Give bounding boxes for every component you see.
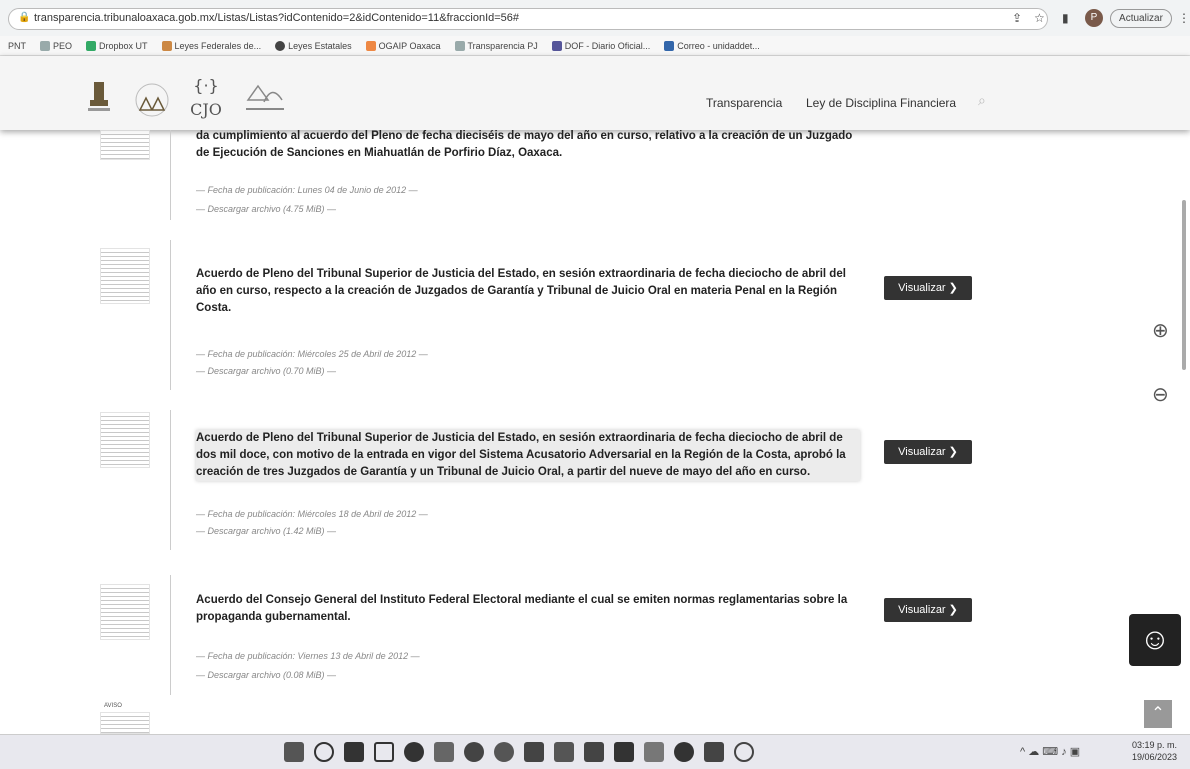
document-thumbnail[interactable] (100, 584, 150, 640)
thumbnail-label: AVISO (104, 703, 122, 709)
item-download-link[interactable]: — Descargar archivo (0.70 MiB) — (196, 366, 336, 376)
visualizar-button[interactable]: Visualizar ❯ (884, 276, 972, 300)
bookmark-item[interactable]: Correo - unidaddet... (664, 40, 760, 51)
bookmark-icon (664, 40, 675, 51)
bookmark-item[interactable]: Leyes Federales de... (161, 40, 261, 51)
coat-of-arms-logo[interactable] (86, 78, 112, 114)
lock-icon: 🔒 (18, 12, 31, 23)
document-thumbnail[interactable] (100, 712, 150, 734)
item-date: — Fecha de publicación: Viernes 13 de Ab… (196, 651, 420, 661)
system-tray[interactable]: ^ ☁ ⌨ ♪ ▣ (1020, 745, 1080, 758)
item-description: Acuerdo de Pleno del Tribunal Superior d… (196, 268, 846, 314)
nav-transparencia[interactable]: Transparencia (706, 96, 782, 110)
scrollbar-thumb[interactable] (1182, 200, 1186, 370)
document-thumbnail[interactable] (100, 412, 150, 468)
menu-icon[interactable]: ⋮ (1178, 11, 1190, 25)
pdf-icon[interactable] (704, 742, 724, 762)
item-download-link[interactable]: — Descargar archivo (0.08 MiB) — (196, 670, 336, 680)
bookmark-item[interactable]: Transparencia PJ (454, 40, 538, 51)
settings-icon[interactable] (734, 742, 754, 762)
update-button[interactable]: Actualizar (1110, 9, 1172, 28)
bookmark-icon (40, 40, 50, 51)
accessibility-icon[interactable]: ☺ (1129, 614, 1181, 666)
site-header (0, 56, 1190, 130)
svg-text:{·}: {·} (193, 76, 218, 95)
item-description: Acuerdo del Consejo General del Institut… (196, 594, 848, 623)
item-description: da cumplimiento al acuerdo del Pleno de … (196, 130, 853, 159)
item-divider (170, 240, 171, 390)
tribunal-logo[interactable] (132, 82, 172, 118)
visualizar-button[interactable]: Visualizar ❯ (884, 598, 972, 622)
app-icon[interactable] (644, 742, 664, 762)
nav-ley-disciplina-financiera[interactable]: Ley de Disciplina Financiera (806, 96, 956, 110)
item-date: — Fecha de publicación: Miércoles 25 de … (196, 349, 428, 359)
url-text[interactable]: transparencia.tribunaloaxaca.gob.mx/List… (34, 12, 519, 24)
item-divider (170, 130, 171, 220)
institutional-logo[interactable] (240, 80, 290, 116)
clock-date[interactable]: 19/06/2023 (1132, 752, 1177, 762)
bookmark-icon (454, 40, 465, 51)
app-icon[interactable] (614, 742, 634, 762)
bookmark-item[interactable]: PNT (8, 41, 26, 51)
search-icon[interactable] (314, 742, 334, 762)
visualizar-button[interactable]: Visualizar ❯ (884, 440, 972, 464)
item-download-link[interactable]: — Descargar archivo (4.75 MiB) — (196, 204, 336, 214)
item-divider (170, 575, 171, 695)
bookmark-item[interactable]: PEO (40, 40, 72, 51)
document-thumbnail[interactable] (100, 248, 150, 304)
star-icon[interactable]: ☆ (1034, 11, 1045, 25)
bookmark-item[interactable]: Leyes Estatales (275, 40, 352, 51)
cjo-logo-text: CJO (190, 100, 222, 119)
bookmark-icon (161, 40, 172, 51)
profile-avatar[interactable]: P (1085, 9, 1103, 27)
start-icon[interactable] (284, 742, 304, 762)
bookmark-item[interactable]: OGAIP Oaxaca (365, 40, 441, 51)
app-icon[interactable] (524, 742, 544, 762)
item-date: — Fecha de publicación: Miércoles 18 de … (196, 509, 428, 519)
share-icon[interactable]: ⇪ (1012, 11, 1022, 25)
app-icon[interactable] (554, 742, 574, 762)
widgets-icon[interactable] (374, 742, 394, 762)
document-thumbnail[interactable] (100, 130, 150, 160)
clock-time[interactable]: 03:19 p. m. (1132, 740, 1177, 750)
task-view-icon[interactable] (344, 742, 364, 762)
search-icon[interactable]: ⌕ (978, 92, 986, 109)
edge-icon[interactable] (464, 742, 484, 762)
bookmarks-bar: PNT PEO Dropbox UT Leyes Federales de...… (0, 36, 1190, 56)
chrome-icon[interactable] (674, 742, 694, 762)
item-date: — Fecha de publicación: Lunes 04 de Juni… (196, 185, 418, 195)
bookmark-icon (275, 40, 286, 51)
zoom-out-icon[interactable]: ⊖ (1152, 382, 1169, 407)
bookmark-icon (365, 40, 376, 51)
bookmark-item[interactable]: DOF - Diario Oficial... (551, 40, 650, 51)
item-download-link[interactable]: — Descargar archivo (1.42 MiB) — (196, 526, 336, 536)
cjo-logo[interactable]: {·} CJO (186, 76, 226, 120)
item-divider (170, 410, 171, 550)
sidepanel-icon[interactable]: ▮ (1062, 11, 1069, 25)
file-explorer-icon[interactable] (434, 742, 454, 762)
bookmark-icon (551, 40, 562, 51)
word-icon[interactable] (584, 742, 604, 762)
chat-icon[interactable] (404, 742, 424, 762)
item-description: Acuerdo de Pleno del Tribunal Superior d… (196, 430, 860, 481)
back-to-top-icon[interactable]: ⌃ (1144, 700, 1172, 728)
bookmark-icon (86, 40, 97, 51)
chrome-icon[interactable] (494, 742, 514, 762)
bookmark-item[interactable]: Dropbox UT (86, 40, 148, 51)
zoom-in-icon[interactable]: ⊕ (1152, 318, 1169, 343)
